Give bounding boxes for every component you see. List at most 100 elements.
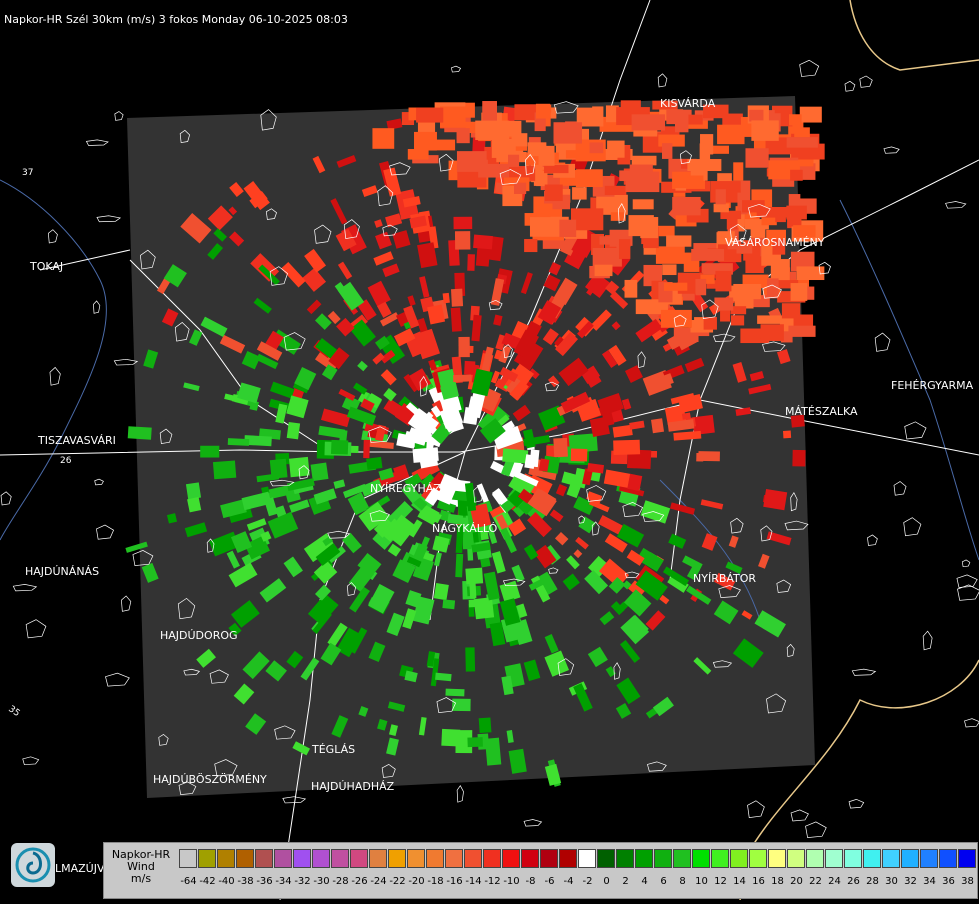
- legend-swatch: [293, 849, 311, 868]
- radar-echo-cell: [269, 458, 288, 479]
- radar-echo-cell: [544, 184, 563, 202]
- city-label-hajdunanas: HAJDÚNÁNÁS: [25, 565, 99, 578]
- legend-swatch: [882, 849, 900, 868]
- radar-echo-cell: [790, 169, 803, 181]
- radar-echo-cell: [620, 100, 641, 112]
- legend-swatch: [939, 849, 957, 868]
- radar-echo-cell: [458, 336, 470, 358]
- radar-echo-cell: [454, 231, 471, 250]
- radar-echo-cell: [200, 445, 220, 458]
- radar-echo-cell: [733, 283, 762, 300]
- legend-tick-label: -40: [218, 876, 235, 887]
- settlement-outline: [450, 65, 462, 73]
- city-label-nyiregyhaza: NYÍREGYHÁZA: [370, 482, 449, 495]
- legend-swatch: [730, 849, 748, 868]
- legend-swatch: [863, 849, 881, 868]
- radar-echo-cell: [786, 137, 818, 148]
- radar-echo-cell: [691, 248, 725, 261]
- radar-echo-cell: [570, 448, 588, 462]
- radar-echo-cell: [482, 101, 497, 121]
- legend-tick-label: -20: [408, 876, 425, 887]
- city-label-nyirbator: NYÍRBÁTOR: [693, 572, 756, 585]
- radar-echo-cell: [792, 449, 806, 467]
- legend-tick-label: 18: [771, 876, 784, 887]
- legend-swatch: [692, 849, 710, 868]
- radar-echo-cell: [733, 162, 744, 181]
- city-label-vasarosnameny: VÁSÁROSNAMÉNY: [725, 236, 825, 249]
- radar-echo-cell: [455, 553, 464, 578]
- radar-echo-cell: [463, 407, 479, 425]
- radar-echo-cell: [442, 292, 450, 304]
- city-label-nagykallo: NAGYKÁLLÓ: [432, 522, 498, 535]
- radar-echo-cell: [632, 199, 654, 210]
- radar-echo-cell: [696, 452, 704, 462]
- radar-echo-cell: [594, 264, 613, 277]
- legend-tick-label: -14: [465, 876, 482, 887]
- radar-echo-cell: [695, 278, 707, 296]
- settlement-outline: [49, 366, 61, 386]
- radar-echo-cell: [524, 454, 536, 469]
- radar-echo-cell: [661, 143, 673, 159]
- legend-swatch: [388, 849, 406, 868]
- radar-map[interactable]: KISVÁRDA TOKAJ VÁSÁROSNAMÉNY FEHÉRGYARMA…: [0, 0, 979, 901]
- settlement-outline: [22, 756, 40, 766]
- radar-echo-cell: [790, 283, 808, 301]
- radar-echo-cell: [672, 196, 701, 216]
- legend-swatch: [236, 849, 254, 868]
- city-label-hajduhadhaz: HAJDÚHADHÁZ: [311, 780, 395, 793]
- radar-echo-cell: [624, 279, 638, 298]
- legend-tick-label: -42: [199, 876, 216, 887]
- legend-tick-label: 8: [679, 876, 686, 887]
- legend-tick-label: -28: [332, 876, 349, 887]
- radar-echo-cell: [330, 439, 349, 455]
- radar-echo-cell: [412, 447, 439, 463]
- radar-echo-cell: [453, 216, 473, 230]
- legend-swatch: [844, 849, 862, 868]
- settlement-outline: [12, 584, 38, 592]
- radar-echo-cell: [607, 140, 625, 158]
- legend-swatch: [407, 849, 425, 868]
- legend-swatch: [255, 849, 273, 868]
- city-label-tiszavasvari: TISZAVASVÁRI: [37, 434, 116, 447]
- settlement-outline: [844, 80, 856, 92]
- radar-echo-cell: [655, 246, 685, 264]
- radar-echo-cell: [484, 737, 502, 766]
- radar-echo-cell: [631, 155, 657, 166]
- settlement-outline: [964, 718, 979, 728]
- radar-echo-cell: [799, 106, 822, 123]
- legend-swatch: [616, 849, 634, 868]
- radar-echo-cell: [604, 185, 627, 195]
- radar-echo-cell: [766, 278, 779, 299]
- settlement-outline: [282, 796, 307, 804]
- radar-echo-cell: [465, 647, 476, 672]
- legend-swatch: [350, 849, 368, 868]
- radar-echo-cell: [442, 599, 456, 610]
- radar-echo-cell: [565, 150, 589, 159]
- settlement-outline: [790, 809, 809, 822]
- legend-tick-label: 36: [942, 876, 955, 887]
- legend-swatch: [711, 849, 729, 868]
- map-title: Napkor-HR Szél 30km (m/s) 3 fokos Monday…: [4, 13, 348, 26]
- legend-tick-label: 38: [961, 876, 974, 887]
- settlement-outline: [799, 59, 820, 77]
- map-canvas[interactable]: KISVÁRDA TOKAJ VÁSÁROSNAMÉNY FEHÉRGYARMA…: [0, 0, 979, 901]
- radar-echo-cell: [662, 264, 677, 276]
- radar-echo-cell: [699, 143, 711, 163]
- settlement-outline: [456, 785, 464, 803]
- legend-unit: m/s: [130, 872, 152, 885]
- radar-echo-cell: [760, 324, 784, 341]
- legend-swatch: [825, 849, 843, 868]
- radar-echo-cell: [666, 235, 692, 247]
- legend-swatch: [768, 849, 786, 868]
- settlement-outline: [523, 819, 543, 827]
- radar-echo-cell: [715, 270, 732, 292]
- radar-echo-cell: [435, 672, 452, 682]
- legend-swatch: [426, 849, 444, 868]
- radar-echo-cell: [544, 164, 569, 174]
- legend-swatch: [483, 849, 501, 868]
- radar-echo-cell: [127, 426, 152, 440]
- legend-swatch: [540, 849, 558, 868]
- legend-tick-label: 20: [790, 876, 803, 887]
- legend-tick-label: -24: [370, 876, 387, 887]
- radar-echo-cell: [508, 154, 520, 167]
